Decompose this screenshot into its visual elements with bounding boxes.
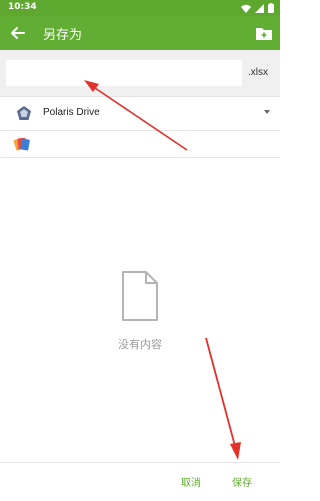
document-icon <box>122 271 158 321</box>
app-bar: 另存为 <box>0 16 280 50</box>
empty-state: 没有内容 <box>0 270 280 352</box>
file-extension: .xlsx <box>248 67 268 78</box>
status-icons <box>241 3 274 13</box>
filename-input[interactable] <box>6 60 242 86</box>
arrow-left-icon[interactable] <box>6 21 30 45</box>
empty-state-text: 没有内容 <box>118 338 162 351</box>
action-bar: 取消 保存 <box>0 462 280 501</box>
signal-icon <box>255 3 264 13</box>
wifi-icon <box>241 4 251 13</box>
add-folder-icon[interactable] <box>254 23 274 43</box>
status-bar: 10:34 <box>0 0 280 16</box>
triangle-down-icon[interactable] <box>264 110 270 114</box>
location-name: Polaris Drive <box>43 107 100 118</box>
polaris-app-icon <box>13 137 30 151</box>
app-storage-row[interactable] <box>0 131 280 158</box>
location-selector[interactable]: Polaris Drive <box>0 97 280 131</box>
page-title: 另存为 <box>43 28 83 43</box>
cancel-button[interactable]: 取消 <box>181 474 201 489</box>
save-button[interactable]: 保存 <box>232 474 252 489</box>
annotation-arrow-save <box>205 337 241 460</box>
filename-row: .xlsx <box>0 50 280 97</box>
status-time: 10:34 <box>8 2 37 12</box>
polaris-drive-icon <box>17 106 31 120</box>
battery-icon <box>268 3 274 13</box>
